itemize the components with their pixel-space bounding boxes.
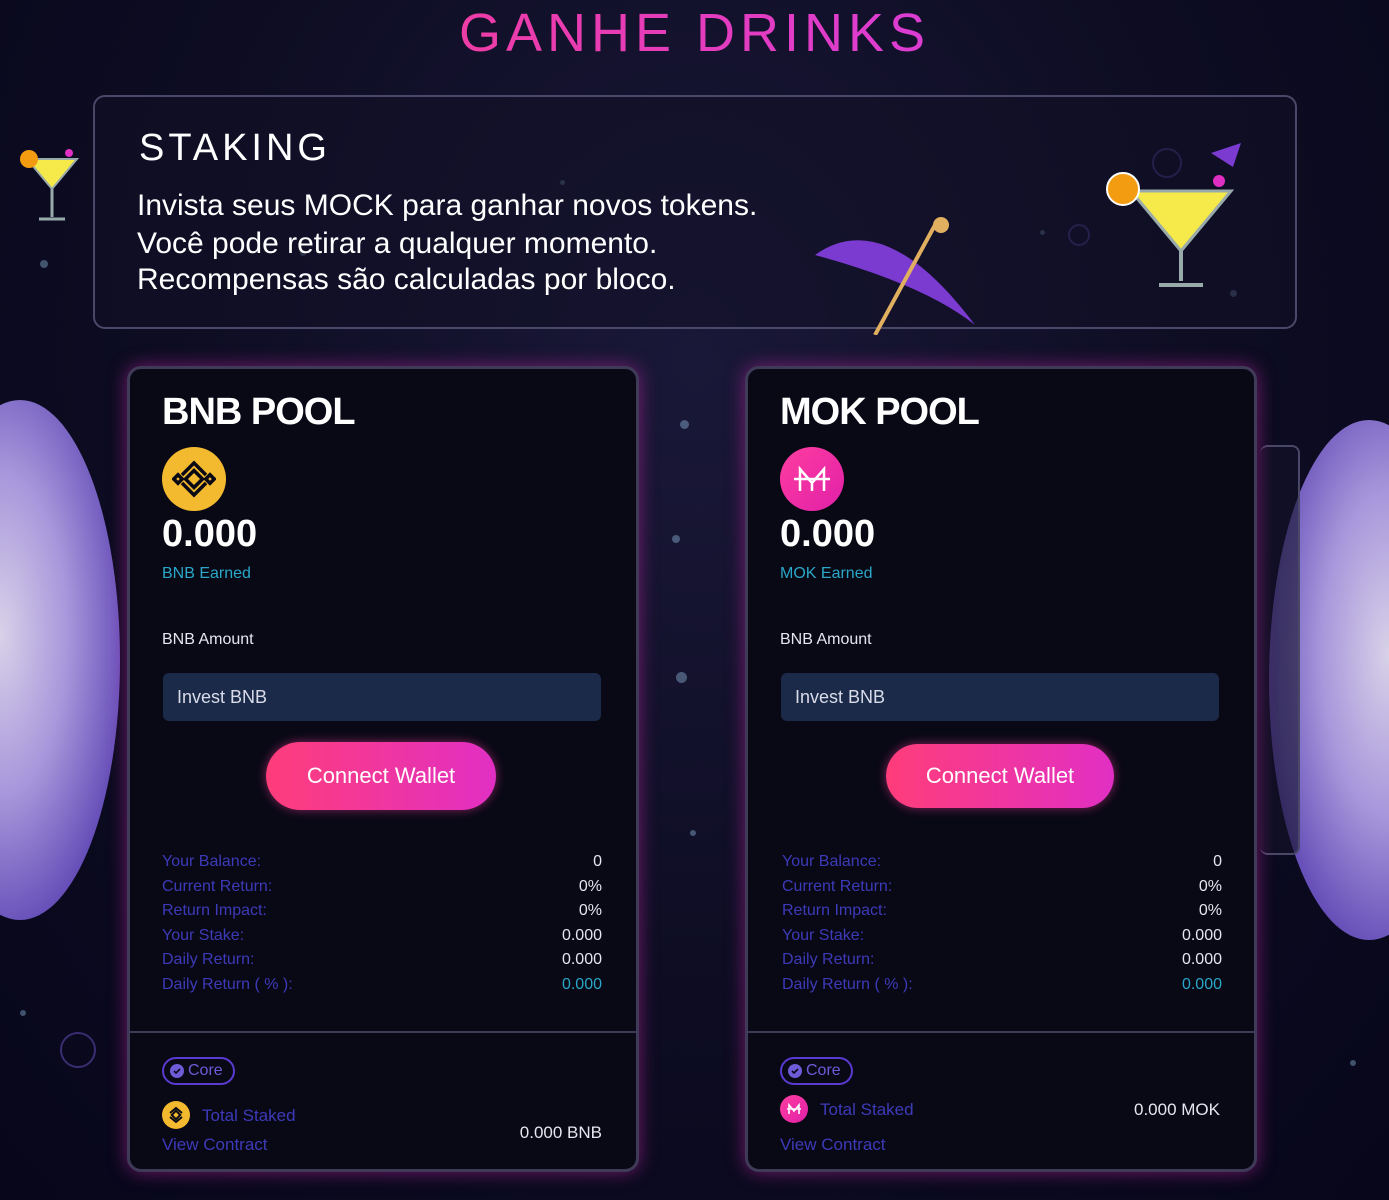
stat-label: Return Impact: <box>162 902 267 920</box>
stat-row: Your Balance: 0 <box>782 853 1222 878</box>
invest-input[interactable] <box>163 673 601 721</box>
stat-label: Daily Return ( % ): <box>162 975 293 993</box>
amount-label: BNB Amount <box>780 631 872 648</box>
connect-wallet-button[interactable]: Connect Wallet <box>266 742 496 810</box>
stat-row: Current Return: 0% <box>162 878 602 903</box>
check-icon <box>788 1064 802 1078</box>
stat-value: 0.000 <box>1181 975 1222 993</box>
stat-label: Your Stake: <box>782 926 865 944</box>
earned-label: BNB Earned <box>162 565 251 582</box>
view-contract-link[interactable]: View Contract <box>780 1135 886 1155</box>
stat-value: 0 <box>1213 853 1222 870</box>
stat-row: Daily Return: 0.000 <box>782 951 1222 976</box>
bnb-icon <box>162 1101 190 1129</box>
stat-value: 0% <box>1198 877 1222 895</box>
core-badge: Core <box>162 1057 235 1085</box>
umbrella-icon <box>815 217 975 335</box>
stat-value: 0% <box>578 877 602 895</box>
connect-wallet-button[interactable]: Connect Wallet <box>886 744 1114 808</box>
stat-label: Current Return: <box>782 877 893 895</box>
stat-row: Your Balance: 0 <box>162 853 602 878</box>
core-label: Core <box>806 1062 841 1079</box>
stat-value: 0.000 <box>561 951 602 969</box>
stat-row: Return Impact: 0% <box>782 902 1222 927</box>
mok-icon <box>780 1095 808 1123</box>
total-staked-label: Total Staked <box>202 1106 296 1125</box>
info-line: Você pode retirar a qualquer momento. <box>137 227 658 260</box>
earned-label: MOK Earned <box>780 565 873 582</box>
amount-label: BNB Amount <box>162 631 254 648</box>
core-badge: Core <box>780 1057 853 1085</box>
total-staked-value: 0.000 MOK <box>1134 1100 1220 1119</box>
check-icon <box>170 1064 184 1078</box>
total-staked-label: Total Staked <box>820 1100 914 1119</box>
divider <box>130 1031 636 1033</box>
stat-row: Your Stake: 0.000 <box>782 927 1222 952</box>
info-line: Invista seus MOCK para ganhar novos toke… <box>137 189 758 222</box>
total-staked-value: 0.000 BNB <box>519 1123 602 1142</box>
bnb-icon <box>162 447 226 511</box>
stat-value: 0 <box>593 853 602 870</box>
pool-title: BNB POOL <box>162 391 356 433</box>
stat-label: Your Stake: <box>162 926 245 944</box>
stat-label: Current Return: <box>162 877 273 895</box>
bnb-pool-card: BNB POOL 0.000 BNB Earned BNB Amount Con… <box>127 366 639 1172</box>
stat-row: Return Impact: 0% <box>162 902 602 927</box>
stat-row: Daily Return ( % ): 0.000 <box>782 976 1222 1001</box>
earned-value: 0.000 <box>780 513 876 555</box>
stat-row: Your Stake: 0.000 <box>162 927 602 952</box>
pool-title: MOK POOL <box>780 391 980 433</box>
stat-value: 0% <box>1198 902 1222 920</box>
info-line: Recompensas são calculadas por bloco. <box>137 263 676 296</box>
stat-label: Daily Return: <box>162 951 255 969</box>
mok-pool-card: MOK POOL 0.000 MOK Earned BNB Amount Con… <box>745 366 1257 1172</box>
stat-value: 0.000 <box>1181 951 1222 969</box>
page-title: GANHE DRINKS <box>0 2 1389 64</box>
core-label: Core <box>188 1062 223 1079</box>
invest-input[interactable] <box>781 673 1219 721</box>
stat-value: 0.000 <box>1181 926 1222 944</box>
divider <box>748 1031 1254 1033</box>
stat-row: Daily Return ( % ): 0.000 <box>162 976 602 1001</box>
mok-icon <box>780 447 844 511</box>
pool-stats: Your Balance: 0 Current Return: 0% Return … <box>782 853 1222 1001</box>
stat-label: Return Impact: <box>782 902 887 920</box>
cocktail-icon <box>1106 143 1241 287</box>
stat-label: Daily Return: <box>782 951 875 969</box>
stat-label: Daily Return ( % ): <box>782 975 913 993</box>
stat-row: Daily Return: 0.000 <box>162 951 602 976</box>
staking-info-panel: STAKING Invista seus MOCK para ganhar no… <box>20 95 1297 335</box>
stat-label: Your Balance: <box>782 853 882 870</box>
stat-value: 0.000 <box>561 926 602 944</box>
cocktail-icon <box>20 149 80 221</box>
stat-label: Your Balance: <box>162 853 262 870</box>
earned-value: 0.000 <box>162 513 258 555</box>
stat-value: 0.000 <box>561 975 602 993</box>
staking-title: STAKING <box>139 127 331 169</box>
pool-stats: Your Balance: 0 Current Return: 0% Return … <box>162 853 602 1001</box>
view-contract-link[interactable]: View Contract <box>162 1135 268 1155</box>
stat-value: 0% <box>578 902 602 920</box>
stat-row: Current Return: 0% <box>782 878 1222 903</box>
